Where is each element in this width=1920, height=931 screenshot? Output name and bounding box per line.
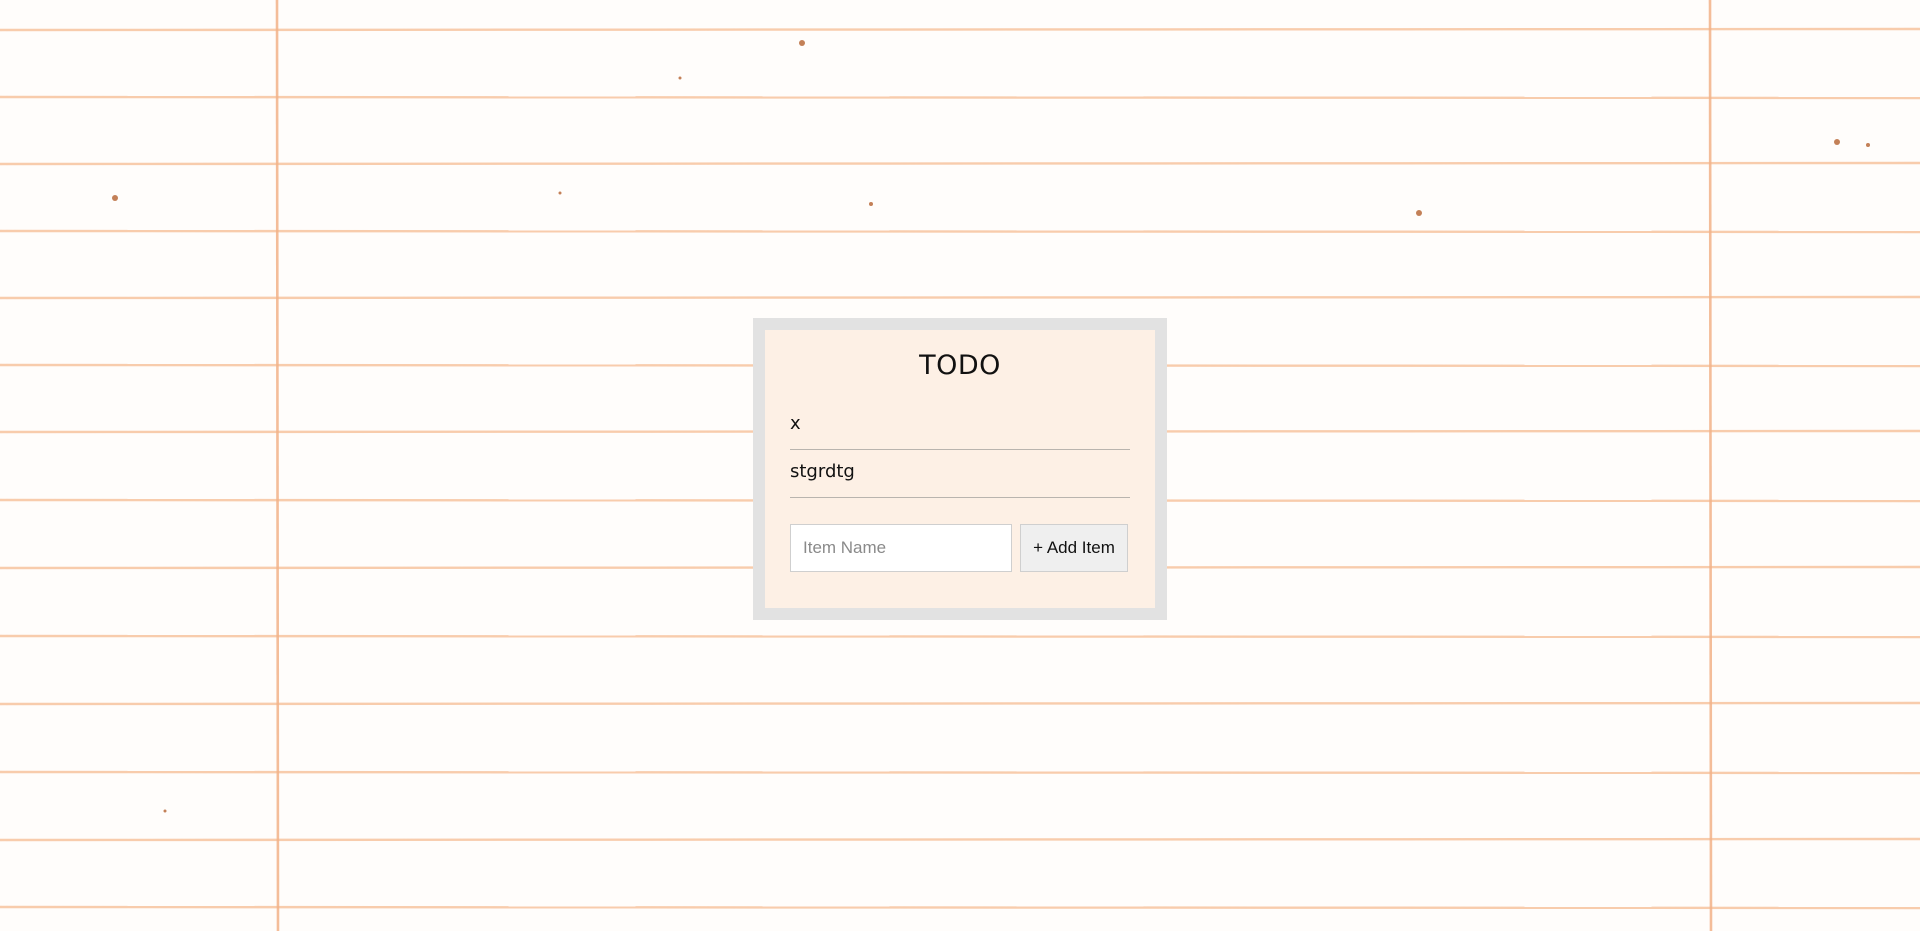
ruled-line	[0, 905, 1920, 910]
ruled-line	[0, 161, 1920, 166]
ruled-line	[0, 295, 1920, 300]
paper-speck	[112, 195, 118, 201]
paper-speck	[558, 191, 562, 195]
todo-list: x stgrdtg	[790, 402, 1130, 498]
margin-line	[275, 0, 280, 931]
ruled-line	[0, 95, 1920, 100]
paper-speck	[1834, 139, 1840, 145]
add-item-form: + Add Item	[790, 524, 1130, 572]
todo-card-frame: TODO x stgrdtg + Add Item	[753, 318, 1167, 620]
paper-speck	[1416, 210, 1422, 216]
list-item[interactable]: x	[790, 402, 1130, 450]
paper-speck	[869, 202, 873, 206]
paper-speck	[1866, 143, 1870, 147]
ruled-line	[0, 27, 1920, 32]
paper-speck	[163, 809, 167, 813]
list-item-label: stgrdtg	[790, 461, 855, 482]
ruled-line	[0, 229, 1920, 234]
paper-speck	[678, 76, 682, 80]
paper-speck	[799, 40, 805, 46]
list-item-label: x	[790, 413, 801, 434]
todo-card: TODO x stgrdtg + Add Item	[765, 330, 1155, 608]
item-name-input[interactable]	[790, 524, 1012, 572]
list-item[interactable]: stgrdtg	[790, 450, 1130, 498]
ruled-line	[0, 701, 1920, 706]
add-item-button[interactable]: + Add Item	[1020, 524, 1128, 572]
ruled-line	[0, 770, 1920, 775]
page-title: TODO	[919, 350, 1001, 381]
ruled-line	[0, 634, 1920, 639]
margin-line	[1708, 0, 1713, 931]
ruled-line	[0, 837, 1920, 842]
